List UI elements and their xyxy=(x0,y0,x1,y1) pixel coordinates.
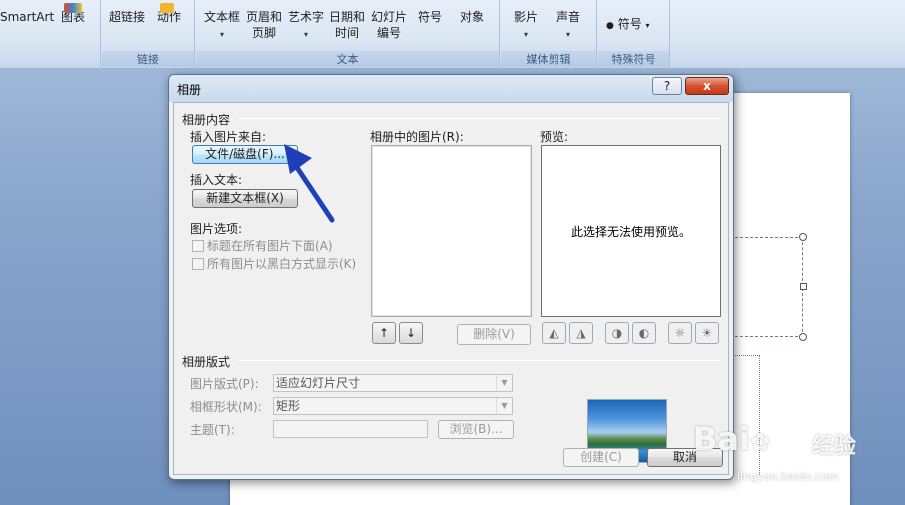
captions-below-checkbox[interactable]: 标题在所有图片下面(A) xyxy=(192,237,333,254)
chevron-down-icon: ▾ xyxy=(303,30,308,39)
chevron-down-icon: ▼ xyxy=(496,375,512,391)
resize-handle[interactable] xyxy=(800,283,807,290)
watermark-brand-cn: 经验 xyxy=(812,434,857,459)
preview-message: 此选择无法使用预览。 xyxy=(570,225,691,239)
browse-button[interactable]: 浏览(B)... xyxy=(438,420,514,439)
group-label-links: 链接 xyxy=(102,51,194,67)
symbol-button[interactable]: 符号 xyxy=(412,9,448,25)
ribbon-group-links: 超链接 动作 链接 xyxy=(102,0,195,69)
dialog-client: 相册内容 插入图片来自: 文件/磁盘(F)... 插入文本: 新建文本框(X) … xyxy=(173,102,729,475)
chart-icon xyxy=(64,3,82,13)
sound-button[interactable]: 声音 ▾ xyxy=(551,9,585,39)
dialog-title: 相册 xyxy=(177,83,202,97)
photo-album-dialog: 相册 ? x 相册内容 插入图片来自: 文件/磁盘(F)... 插入文本: 新建… xyxy=(168,74,734,480)
frame-shape-select[interactable]: 矩形 ▼ xyxy=(273,397,513,415)
checkbox-box xyxy=(192,240,204,252)
remove-button[interactable]: 删除(V) xyxy=(457,324,531,345)
preview-pane: 此选择无法使用预览。 xyxy=(541,145,721,317)
smartart-button[interactable]: SmartArt xyxy=(0,9,54,25)
action-button[interactable]: 动作 xyxy=(154,3,184,25)
chart-button[interactable]: 图表 xyxy=(58,3,88,25)
create-button[interactable]: 创建(C) xyxy=(563,448,639,467)
rotate-left-icon: ◭ xyxy=(549,326,559,340)
contrast-down-icon: ◐ xyxy=(638,326,650,340)
action-icon xyxy=(160,3,174,13)
date-time-button[interactable]: 日期和 时间 xyxy=(327,9,367,41)
chevron-down-icon: ▼ xyxy=(496,398,512,414)
album-layout-heading: 相册版式 xyxy=(182,355,231,369)
ribbon-group-illustrations: SmartArt 图表 xyxy=(0,0,101,69)
group-label-text: 文本 xyxy=(196,51,499,67)
brightness-down-icon: ☀ xyxy=(701,326,713,340)
slide-number-button[interactable]: 幻灯片 编号 xyxy=(369,9,409,41)
picture-options-label: 图片选项: xyxy=(190,222,243,236)
picture-layout-label: 图片版式(P): xyxy=(190,377,259,391)
chevron-down-icon: ▾ xyxy=(523,30,528,39)
preview-label: 预览: xyxy=(540,130,569,144)
textbox-button[interactable]: 文本框 ▾ xyxy=(202,9,242,39)
divider xyxy=(238,360,720,361)
brightness-up-button[interactable]: ☼ xyxy=(668,322,692,344)
resize-handle[interactable] xyxy=(799,233,807,241)
contrast-down-button[interactable]: ◐ xyxy=(632,322,656,344)
annotation-arrow-icon xyxy=(284,144,335,223)
ribbon-group-special-symbols: ● 符号 ▾ 特殊符号 xyxy=(598,0,670,69)
black-white-checkbox[interactable]: 所有图片以黑白方式显示(K) xyxy=(192,255,356,272)
help-button[interactable]: ? xyxy=(652,77,682,95)
theme-input[interactable] xyxy=(273,420,428,438)
watermark-url: jingyan.baidu.com xyxy=(737,470,839,483)
chevron-down-icon: ▾ xyxy=(645,21,650,30)
arrow-up-icon: ↑ xyxy=(378,326,390,340)
rotate-right-icon: ◮ xyxy=(576,326,586,340)
move-up-button[interactable]: ↑ xyxy=(372,322,396,344)
contrast-up-icon: ◑ xyxy=(611,326,623,340)
pictures-in-album-list[interactable] xyxy=(371,145,532,317)
pictures-in-album-label: 相册中的图片(R): xyxy=(370,130,464,144)
watermark-logo: Bai✿ xyxy=(693,420,771,458)
hyperlink-button[interactable]: 超链接 xyxy=(106,9,148,25)
object-button[interactable]: 对象 xyxy=(454,9,490,25)
arrow-down-icon: ↓ xyxy=(405,326,417,340)
group-label-special-symbols: 特殊符号 xyxy=(598,51,669,67)
rotate-left-button[interactable]: ◭ xyxy=(542,322,566,344)
close-button[interactable]: x xyxy=(685,77,729,95)
rotate-right-button[interactable]: ◮ xyxy=(569,322,593,344)
ribbon-group-text: 文本框 ▾ 页眉和 页脚 艺术字 ▾ 日期和 时间 幻灯片 编号 符号 对象 文… xyxy=(196,0,500,69)
frame-shape-label: 相框形状(M): xyxy=(190,400,262,414)
resize-handle[interactable] xyxy=(799,333,807,341)
wordart-button[interactable]: 艺术字 ▾ xyxy=(286,9,326,39)
dialog-titlebar[interactable]: 相册 ? x xyxy=(169,75,733,102)
theme-label: 主题(T): xyxy=(190,423,235,437)
movie-button[interactable]: 影片 ▾ xyxy=(509,9,543,39)
ribbon: SmartArt 图表 超链接 动作 链接 文本框 ▾ 页眉和 页脚 艺术字 ▾ xyxy=(0,0,905,69)
group-label-media: 媒体剪辑 xyxy=(501,51,596,67)
bullet-icon: ● xyxy=(606,21,614,31)
divider xyxy=(238,118,720,119)
album-content-heading: 相册内容 xyxy=(182,113,231,127)
move-down-button[interactable]: ↓ xyxy=(399,322,423,344)
checkbox-box xyxy=(192,258,204,270)
ribbon-group-media: 影片 ▾ 声音 ▾ 媒体剪辑 xyxy=(501,0,597,69)
chevron-down-icon: ▾ xyxy=(565,30,570,39)
picture-layout-select[interactable]: 适应幻灯片尺寸 ▼ xyxy=(273,374,513,392)
chevron-down-icon: ▾ xyxy=(219,30,224,39)
special-symbol-button[interactable]: ● 符号 ▾ xyxy=(606,16,664,34)
insert-picture-from-label: 插入图片来自: xyxy=(190,130,267,144)
contrast-up-button[interactable]: ◑ xyxy=(605,322,629,344)
insert-text-label: 插入文本: xyxy=(190,173,243,187)
paw-icon: ✿ xyxy=(749,428,771,456)
brightness-up-icon: ☼ xyxy=(674,326,686,340)
header-footer-button[interactable]: 页眉和 页脚 xyxy=(244,9,284,41)
brightness-down-button[interactable]: ☀ xyxy=(695,322,719,344)
